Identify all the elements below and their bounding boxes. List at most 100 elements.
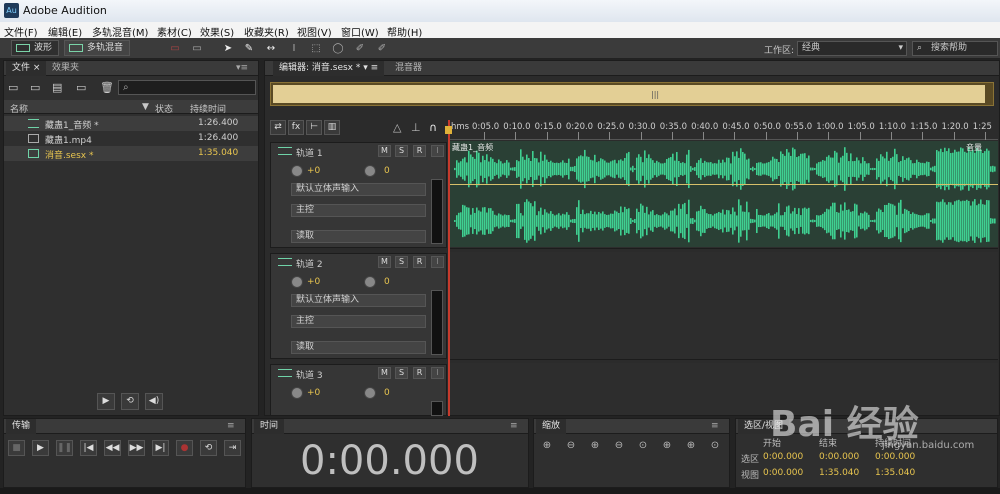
clip-volume-label[interactable]: 音量 [966, 142, 982, 153]
volume-knob[interactable] [291, 276, 303, 288]
audio-clip[interactable]: 藏蛊1_音频 音量 [450, 141, 998, 247]
brush-icon[interactable]: ✐ [353, 42, 367, 55]
file-row[interactable]: 藏蛊1_音频 * 1:26.400 [4, 116, 258, 131]
rewind-button[interactable]: ◀◀ [104, 440, 121, 456]
column-status[interactable]: 状态 [155, 102, 173, 115]
move-tool-icon[interactable]: ➤ [221, 42, 235, 55]
multitrack-button[interactable]: 多轨混音 [64, 40, 130, 56]
panel-menu-icon[interactable]: ≡ [510, 421, 518, 431]
play-icon[interactable]: ▶ [97, 393, 115, 410]
navigator-grip-icon[interactable]: ||| [651, 90, 659, 99]
track-lane[interactable] [450, 252, 998, 360]
column-duration[interactable]: 持续时间 [190, 102, 226, 115]
workspace-select[interactable]: 经典 ▾ [797, 41, 907, 56]
pan-value[interactable]: 0 [384, 388, 390, 398]
volume-value[interactable]: +0 [307, 388, 320, 398]
pan-knob[interactable] [364, 276, 376, 288]
record-arm-button[interactable]: R [413, 256, 426, 268]
go-to-end-button[interactable]: ▶| [152, 440, 169, 456]
razor-tool-icon[interactable]: ✎ [242, 42, 256, 55]
delete-icon[interactable]: 🗑 [100, 81, 114, 94]
sort-icon[interactable]: ▼ [142, 102, 149, 112]
output-select[interactable]: 主控 [291, 204, 426, 217]
metronome-icon[interactable]: △ [393, 121, 401, 134]
output-select[interactable]: 主控 [291, 315, 426, 328]
mute-button[interactable]: M [378, 367, 391, 379]
track-name[interactable]: 轨道 2 [296, 257, 323, 270]
menu-multitrack[interactable]: 多轨混音(M) [92, 24, 148, 39]
overview-bar[interactable]: ||| [270, 82, 994, 106]
healing-icon[interactable]: ✐ [375, 42, 389, 55]
menu-window[interactable]: 窗口(W) [341, 24, 379, 39]
automation-select[interactable]: 读取 [291, 230, 426, 243]
mute-button[interactable]: M [378, 145, 391, 157]
zoom-out-time-icon[interactable]: ⊖ [610, 440, 628, 456]
selection-duration[interactable]: 0:00.000 [875, 452, 915, 462]
loop-icon[interactable]: ⟲ [121, 393, 139, 410]
menu-file[interactable]: 文件(F) [4, 24, 38, 39]
stop-button[interactable]: ■ [8, 440, 25, 456]
zoom-in-start-icon[interactable]: ⊕ [658, 440, 676, 456]
solo-button[interactable]: S [395, 256, 408, 268]
record-arm-button[interactable]: R [413, 145, 426, 157]
fast-forward-button[interactable]: ▶▶ [128, 440, 145, 456]
insert-icon[interactable]: ▭ [76, 81, 86, 94]
automation-select[interactable]: 读取 [291, 341, 426, 354]
menu-edit[interactable]: 编辑(E) [48, 24, 82, 39]
time-selection-icon[interactable]: I [287, 42, 301, 55]
pan-knob[interactable] [364, 387, 376, 399]
selection-end[interactable]: 0:00.000 [819, 452, 859, 462]
search-help-input[interactable]: ⌕ 搜索帮助 [912, 41, 998, 56]
slip-tool-icon[interactable]: ↔ [264, 42, 278, 55]
menu-favorites[interactable]: 收藏夹(R) [244, 24, 289, 39]
files-search-input[interactable]: ⌕ [118, 80, 256, 95]
input-select[interactable]: 默认立体声输入 [291, 294, 426, 307]
solo-button[interactable]: S [395, 367, 408, 379]
menu-help[interactable]: 帮助(H) [387, 24, 422, 39]
menu-effects[interactable]: 效果(S) [200, 24, 234, 39]
menu-clip[interactable]: 素材(C) [157, 24, 192, 39]
volume-value[interactable]: +0 [307, 166, 320, 176]
file-row[interactable]: 消音.sesx * 1:35.040 [4, 146, 258, 161]
zoom-in-end-icon[interactable]: ⊕ [682, 440, 700, 456]
waveform-button[interactable]: 波形 [11, 40, 59, 56]
zoom-in-time-icon[interactable]: ⊕ [586, 440, 604, 456]
tab-mixer[interactable]: 混音器 [389, 61, 428, 76]
tab-effects-rack[interactable]: 效果夹 [46, 61, 85, 76]
solo-button[interactable]: S [395, 145, 408, 157]
io-icon[interactable]: ⇄ [270, 120, 286, 135]
pitch-view-icon[interactable]: ▭ [190, 42, 204, 55]
spectral-view-icon[interactable]: ▭ [168, 42, 182, 55]
zoom-navigator[interactable] [273, 85, 985, 103]
input-monitor-button[interactable]: I [431, 367, 444, 379]
playhead-handle-icon[interactable] [445, 126, 452, 134]
panel-menu-icon[interactable]: ≡ [227, 421, 235, 431]
volume-knob[interactable] [291, 387, 303, 399]
send-icon[interactable]: ⊢ [306, 120, 322, 135]
loop-button[interactable]: ⟲ [200, 440, 217, 456]
zoom-in-amplitude-icon[interactable]: ⊕ [538, 440, 556, 456]
go-to-start-button[interactable]: |◀ [80, 440, 97, 456]
pan-value[interactable]: 0 [384, 166, 390, 176]
pan-knob[interactable] [364, 165, 376, 177]
tab-editor[interactable]: 编辑器: 消音.sesx * ▾ ≡ [273, 61, 385, 76]
volume-envelope[interactable] [450, 184, 998, 185]
tab-files[interactable]: 文件 × [6, 61, 47, 76]
eq-icon[interactable]: ▥ [324, 120, 340, 135]
input-select[interactable]: 默认立体声输入 [291, 183, 426, 196]
new-file-icon[interactable]: ▤ [52, 81, 62, 94]
zoom-title[interactable]: 缩放 [536, 419, 567, 434]
time-title[interactable]: 时间 [254, 419, 285, 434]
pan-value[interactable]: 0 [384, 277, 390, 287]
zoom-out-amplitude-icon[interactable]: ⊖ [562, 440, 580, 456]
view-end[interactable]: 1:35.040 [819, 468, 859, 478]
import-icon[interactable]: ▭ [30, 81, 40, 94]
file-row[interactable]: 藏蛊1.mp4 1:26.400 [4, 131, 258, 146]
play-button[interactable]: ▶ [32, 440, 49, 456]
mute-button[interactable]: M [378, 256, 391, 268]
column-name[interactable]: 名称 [10, 102, 28, 115]
zoom-selection-icon[interactable]: ⊙ [706, 440, 724, 456]
menu-view[interactable]: 视图(V) [297, 24, 332, 39]
transport-title[interactable]: 传输 [6, 419, 37, 434]
zoom-full-icon[interactable]: ⊙ [634, 440, 652, 456]
